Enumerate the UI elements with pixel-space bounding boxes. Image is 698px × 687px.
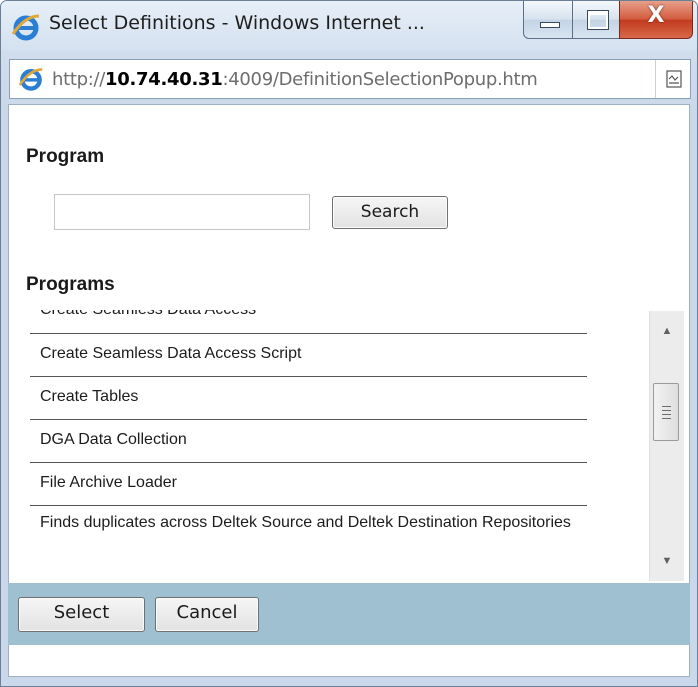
list-item-label: Create Tables xyxy=(40,388,139,405)
list-item[interactable]: Finds duplicates across Deltek Source an… xyxy=(30,506,587,572)
list-item-label: Create Seamless Data Access xyxy=(40,310,577,320)
list-item-label: DGA Data Collection xyxy=(40,431,187,448)
programs-scrollbar[interactable]: ▲ ▼ xyxy=(649,311,684,581)
list-item-label: Finds duplicates across Deltek Source an… xyxy=(40,514,571,531)
list-item[interactable]: DGA Data Collection xyxy=(30,420,587,463)
maximize-icon xyxy=(587,10,609,30)
list-item-label: Create Seamless Data Access Script xyxy=(40,345,302,362)
address-url[interactable]: http://10.74.40.31:4009/DefinitionSelect… xyxy=(52,69,538,90)
scroll-up-icon[interactable]: ▲ xyxy=(650,321,684,341)
select-button[interactable]: Select xyxy=(18,597,145,632)
program-heading: Program xyxy=(26,146,105,167)
grip-line xyxy=(662,414,671,415)
programs-heading: Programs xyxy=(26,274,115,295)
title-bar[interactable]: Select Definitions - Windows Internet ..… xyxy=(1,1,697,51)
ie-logo-icon xyxy=(11,14,40,41)
cancel-button[interactable]: Cancel xyxy=(155,597,259,632)
list-item-label: File Archive Loader xyxy=(40,474,177,491)
scroll-thumb[interactable] xyxy=(653,383,679,441)
scroll-down-icon[interactable]: ▼ xyxy=(650,551,684,571)
close-button[interactable]: X xyxy=(619,1,693,39)
page-broken-icon[interactable] xyxy=(664,69,684,89)
grip-line xyxy=(662,418,671,419)
program-search-input[interactable] xyxy=(54,194,310,230)
list-item[interactable]: Create Seamless Data Access xyxy=(30,310,587,334)
minimize-button[interactable] xyxy=(523,1,573,39)
url-host: 10.74.40.31 xyxy=(105,69,223,90)
search-button[interactable]: Search xyxy=(332,196,448,229)
list-item[interactable]: File Archive Loader xyxy=(30,463,587,506)
list-item[interactable]: Create Tables xyxy=(30,377,587,420)
programs-list[interactable]: Create Seamless Data Access Create Seaml… xyxy=(30,310,587,580)
maximize-button[interactable] xyxy=(572,1,620,39)
list-item[interactable]: Create Seamless Data Access Script xyxy=(30,334,587,377)
url-path: :4009/DefinitionSelectionPopup.htm xyxy=(222,69,538,90)
grip-line xyxy=(662,406,671,407)
minimize-icon xyxy=(540,22,560,28)
close-icon: X xyxy=(647,3,665,28)
url-scheme: http:// xyxy=(52,69,106,90)
window-title: Select Definitions - Windows Internet ..… xyxy=(49,12,425,34)
grip-line xyxy=(662,410,671,411)
ie-logo-icon xyxy=(18,68,43,91)
address-divider xyxy=(655,60,656,98)
address-bar[interactable]: http://10.74.40.31:4009/DefinitionSelect… xyxy=(9,59,691,99)
